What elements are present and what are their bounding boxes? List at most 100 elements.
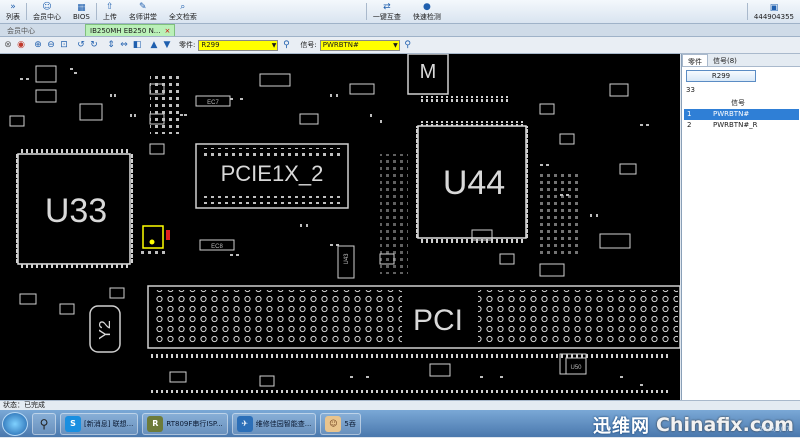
zoom-in-icon[interactable]: ⊕ [33,40,43,50]
chip-u44[interactable]: U44 [413,121,531,243]
signal-table: 信号 1 PWRBTN# 2 PWRBTN#_R [684,98,799,131]
y2-label: Y2 [97,320,114,340]
u33-label: U33 [45,192,107,230]
pin-count: 33 [686,86,695,94]
board-drawing: U33 PCIE1X_2 U44 M EC7 EC8 U43 PCI Y2 U5… [9,54,680,394]
table-row[interactable]: 1 PWRBTN# [684,109,799,120]
taskbar-item-search[interactable]: ⚲ [32,412,56,435]
list-button[interactable]: » 列表 [0,0,26,23]
part-input[interactable]: R299 ▼ [198,39,279,51]
quick-detect-button[interactable]: ● 快速检测 [407,0,447,23]
clock-date: 2023/4/17 [759,426,790,433]
rotate-right-icon[interactable]: ↻ [89,40,99,50]
component-cluster [150,74,180,134]
fulltext-search-button[interactable]: ⌕ 全文检索 [163,0,203,23]
ec8-label: EC8 [211,244,223,250]
ec7-label: EC7 [207,100,219,106]
panel-tabs: 零件 信号(8) [682,54,800,67]
view-toolbar: ⊗ ◉ ⊕ ⊖ ⊡ ↺ ↻ ⇕ ⇔ ◧ ▲ ▼ 零件: R299 ▼ ⚲ 信号: … [0,37,800,54]
locate-signal-icon[interactable]: ⚲ [403,40,413,50]
start-button[interactable] [2,411,28,436]
chip-u43[interactable]: U43 [337,245,355,279]
component-row [150,390,670,394]
locate-part-icon[interactable]: ⚲ [281,40,291,50]
search-icon: ⌕ [180,1,186,12]
pcie-label: PCIE1X_2 [221,161,324,186]
taskbar-item-qq[interactable]: S [新消息] 联想... [60,412,139,435]
messenger-icon: S [65,415,81,432]
chip-u33[interactable]: U33 [13,149,135,269]
main-toolbar: » 列表 ☺ 会员中心 ▦ BIOS ⇧ 上传 ✎ 名师讲堂 ⌕ 全文检索 ⇄ 一键互查 ● 快… [0,0,800,24]
chip-icon: ▦ [77,2,86,13]
upload-button[interactable]: ⇧ 上传 [97,0,123,23]
down-arrow-icon[interactable]: ▼ [162,40,172,50]
component-cluster [380,154,408,274]
tab-signals[interactable]: 信号(8) [708,54,742,66]
person-icon: ▣ [769,2,779,13]
connector-pci[interactable]: PCI [147,285,680,349]
part-button[interactable]: R299 [686,70,756,82]
tab-active-board[interactable]: IB250MH EB250 N... × [85,24,176,37]
info-panel: 零件 信号(8) R299 33 信号 1 PWRBTN# 2 PWRBTN#_… [681,54,800,400]
user-account[interactable]: ▣ 444904355 [748,0,800,23]
rotate-left-icon[interactable]: ↺ [76,40,86,50]
flip-horizontal-icon[interactable]: ⇔ [119,40,129,50]
link-icon: ⇄ [383,1,391,12]
close-icon[interactable]: × [164,25,170,37]
u50-label: U50 [570,365,582,371]
signal-input[interactable]: PWRBTN# ▼ [319,39,400,51]
component-row [150,354,670,358]
tab-active-label: IB250MH EB250 N... [90,26,161,35]
part-label: 零件: [179,41,196,49]
taskbar-item-board-viewer[interactable]: ✈ 维修佳园智能查... [231,412,317,435]
part-value: R299 [201,40,220,49]
highlighted-part-r299[interactable] [140,225,170,256]
lecture-button[interactable]: ✎ 名师讲堂 [123,0,163,23]
capacitor-ec7[interactable]: EC7 [195,95,231,107]
check-icon: ● [422,1,431,12]
component-m[interactable]: M [407,54,510,102]
zoom-fit-icon[interactable]: ⊡ [59,40,69,50]
chevron-down-icon[interactable]: ▼ [272,41,278,50]
windows-taskbar: ⚲ S [新消息] 联想... R RT809F串行ISP... ✈ 维修佳园智… [0,410,800,437]
board-canvas[interactable]: U33 PCIE1X_2 U44 M EC7 EC8 U43 PCI Y2 U5… [0,54,680,400]
watermark-cn: 迅维网 [592,416,650,437]
up-arrow-icon[interactable]: ▲ [149,40,159,50]
tab-parts[interactable]: 零件 [682,54,708,66]
document-tabs: 会员中心 IB250MH EB250 N... × [0,24,800,37]
taskbar-item-chat[interactable]: ☺ 5吞 [320,412,361,435]
chip-u50[interactable]: U50 [565,357,587,375]
u43-label: U43 [344,253,350,265]
cross-check-button[interactable]: ⇄ 一键互查 [367,0,407,23]
component-cluster [540,174,580,254]
site-watermark: 迅维网 Chinafix.com [593,412,794,438]
bios-button[interactable]: ▦ BIOS [67,0,96,23]
avatar-icon: ☺ [325,415,342,432]
programmer-icon: R [147,415,164,432]
chevron-down-icon[interactable]: ▼ [393,41,399,50]
connector-pcie1x2[interactable]: PCIE1X_2 [195,143,349,209]
crystal-y2[interactable]: Y2 [89,305,121,353]
upload-icon: ⇧ [106,1,114,12]
tab-member-center[interactable]: 会员中心 [3,25,39,37]
book-icon: ✎ [139,1,147,12]
m-label: M [420,61,437,83]
search-icon: ⚲ [39,416,49,431]
table-row[interactable]: 2 PWRBTN#_R [684,120,799,131]
member-center-button[interactable]: ☺ 会员中心 [27,0,67,23]
stop-icon[interactable]: ⊗ [3,40,13,50]
zoom-out-icon[interactable]: ⊖ [46,40,56,50]
capacitor-ec8[interactable]: EC8 [199,239,235,251]
flip-vertical-icon[interactable]: ⇕ [106,40,116,50]
u44-label: U44 [443,164,505,202]
status-bar: 状态：已完成 [0,400,800,410]
palette-icon[interactable]: ◉ [16,40,26,50]
taskbar-item-rt809f[interactable]: R RT809F串行ISP... [142,412,228,435]
pci-label: PCI [413,304,463,337]
double-chevron-icon: » [10,1,16,12]
paper-plane-icon: ✈ [236,415,253,432]
signal-value: PWRBTN# [322,40,359,49]
column-header-signal: 信号 [731,99,745,107]
signal-label: 信号: [300,41,317,49]
mirror-icon[interactable]: ◧ [132,40,142,50]
